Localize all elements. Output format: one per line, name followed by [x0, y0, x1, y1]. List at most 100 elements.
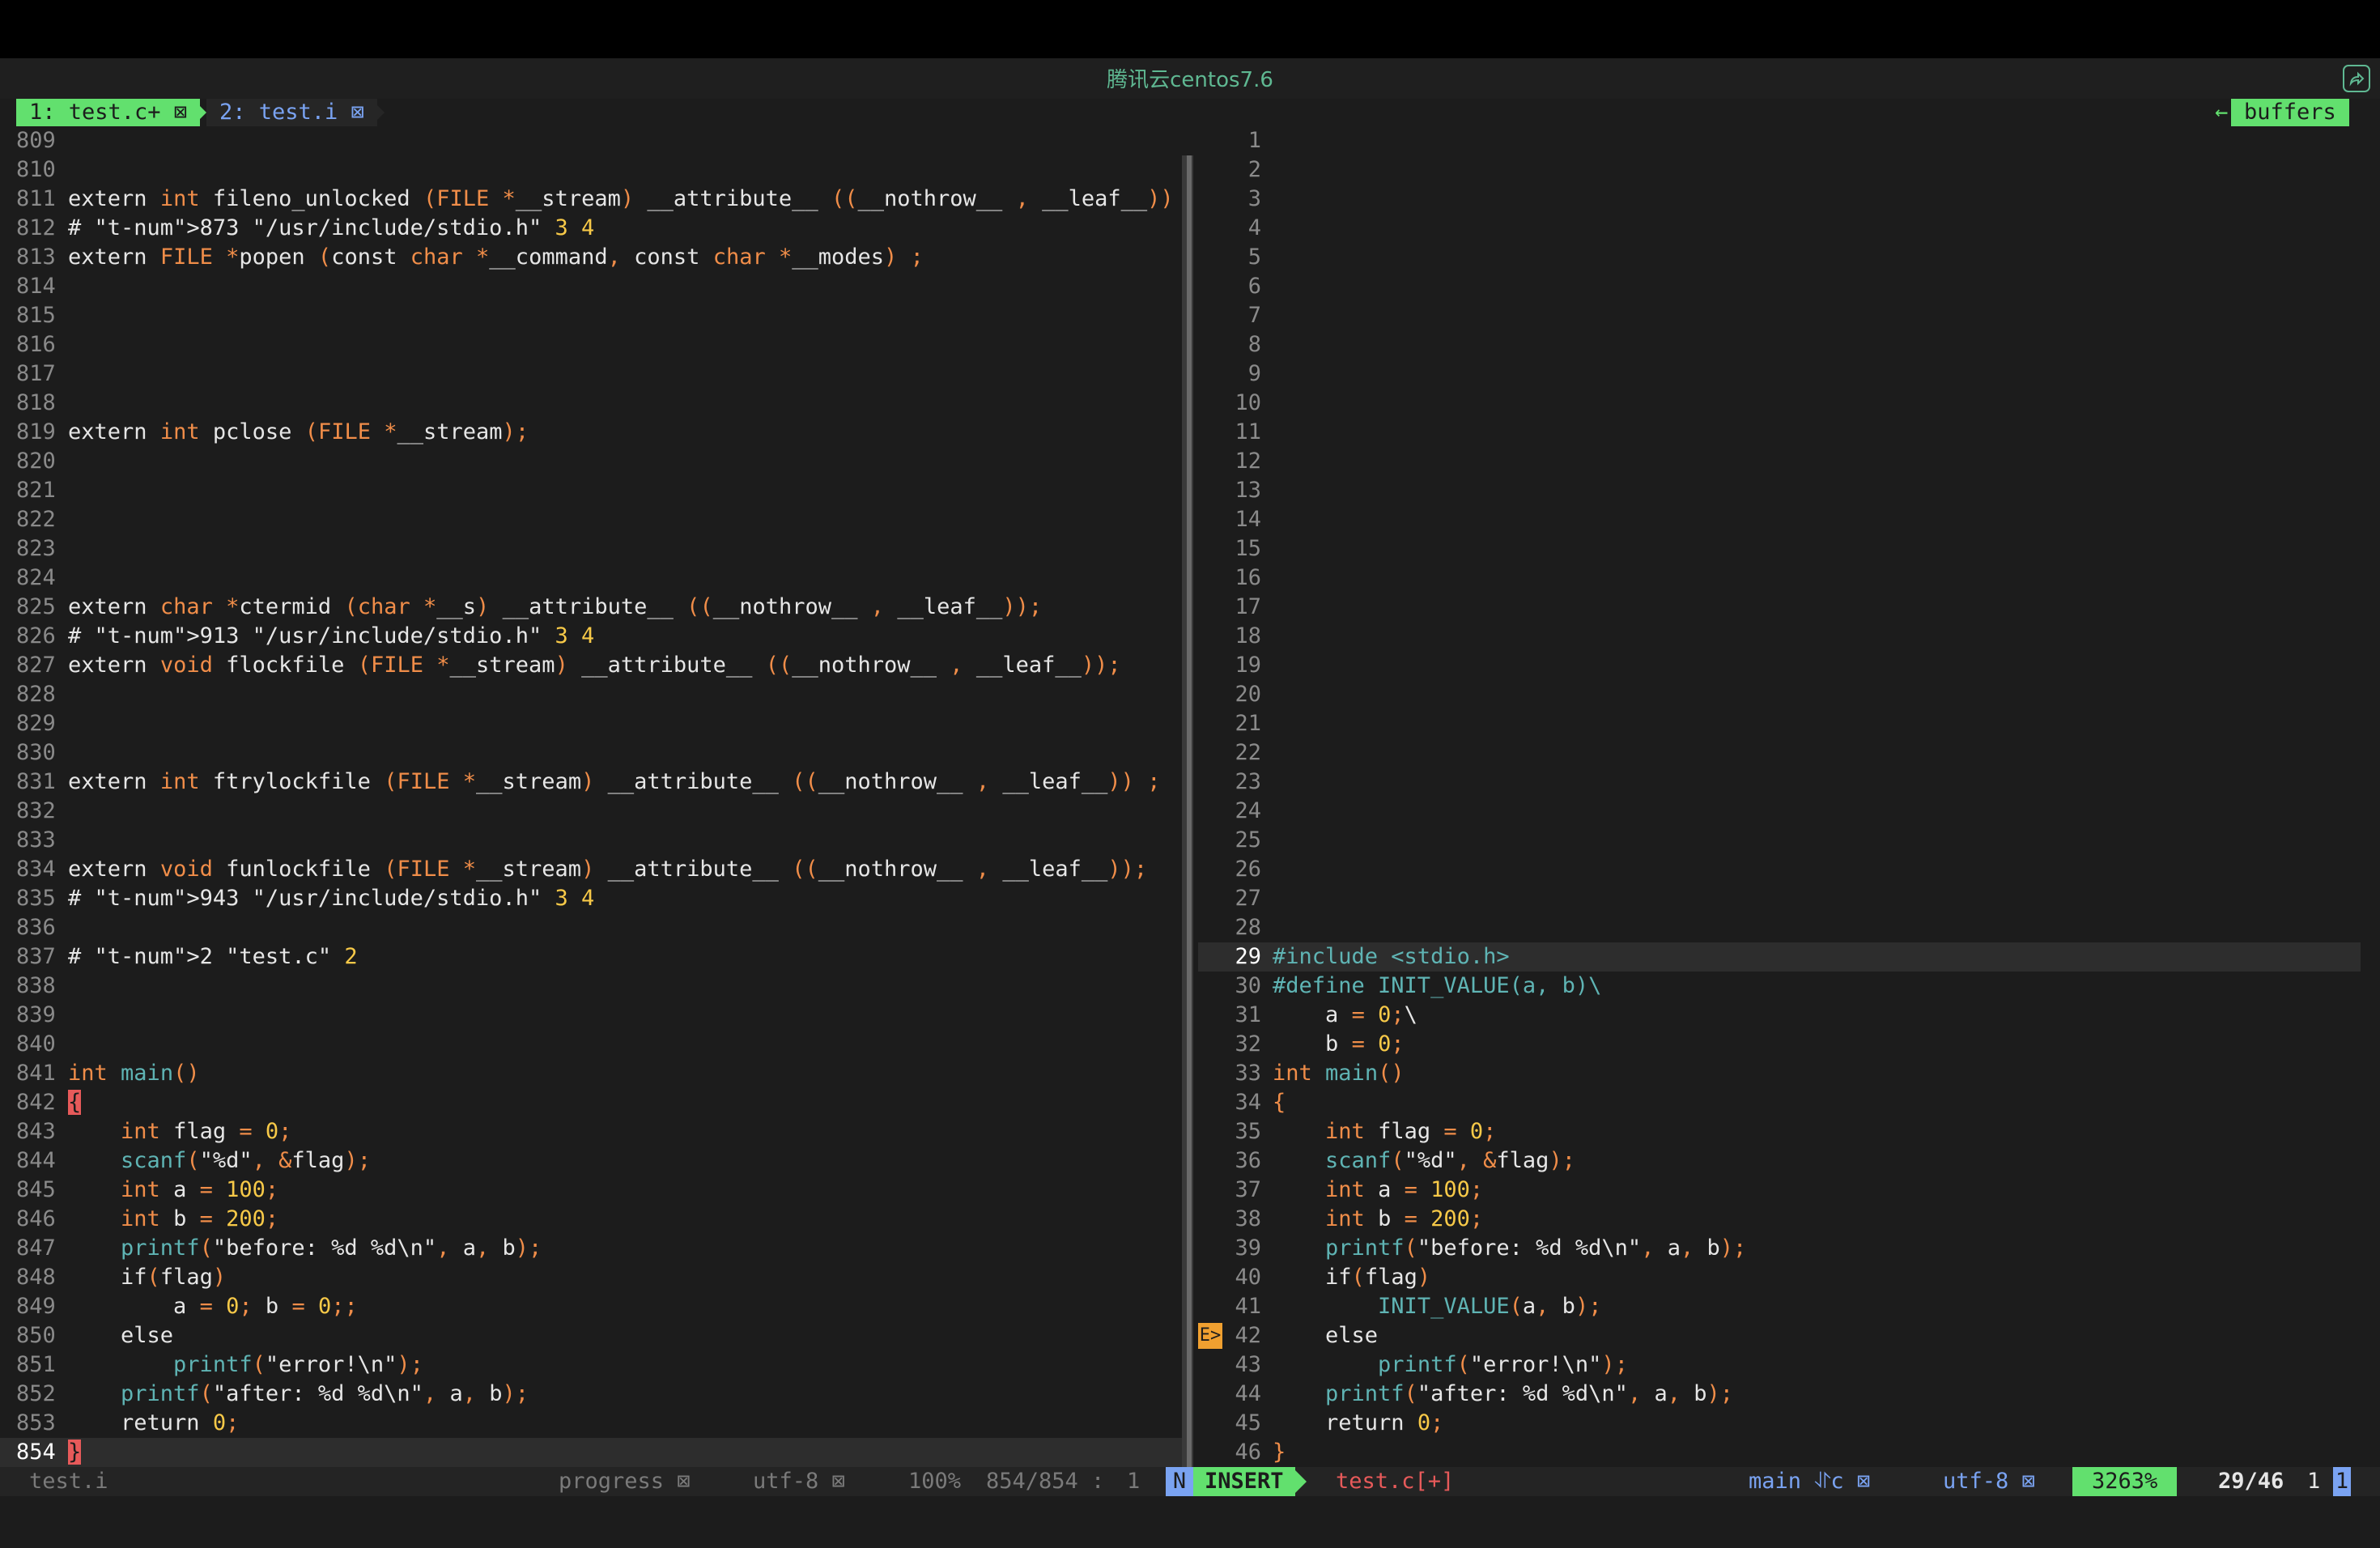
code-line[interactable]: 16 [1198, 563, 2361, 593]
code-line[interactable]: 811 extern int fileno_unlocked (FILE *__s… [0, 185, 1182, 214]
command-line[interactable] [0, 1496, 2380, 1548]
code-line[interactable]: 833 [0, 826, 1182, 855]
code-line[interactable]: 817 [0, 359, 1182, 389]
code-line[interactable]: 839 [0, 1001, 1182, 1030]
error-sign-icon[interactable]: E> [1198, 1323, 1222, 1349]
code-line[interactable]: 844 scanf("%d", &flag); [0, 1146, 1182, 1176]
left-editor-pane[interactable]: 809 810 811 extern int fileno_unlocked (FIL… [0, 126, 1182, 1467]
code-line[interactable]: 853 return 0; [0, 1409, 1182, 1438]
code-line[interactable]: 846 int b = 200; [0, 1205, 1182, 1234]
code-line[interactable]: 813 extern FILE *popen (const char *__com… [0, 243, 1182, 272]
code-line[interactable]: 834 extern void funlockfile (FILE *__stre… [0, 855, 1182, 884]
code-line[interactable]: 26 [1198, 855, 2361, 884]
code-line[interactable]: 845 int a = 100; [0, 1176, 1182, 1205]
code-line[interactable]: 24 [1198, 797, 2361, 826]
share-button[interactable] [2343, 65, 2370, 92]
code-line[interactable]: 848 if(flag) [0, 1263, 1182, 1292]
code-line[interactable]: 826 # "t-num">913 "/usr/include/stdio.h" … [0, 622, 1182, 651]
code-line[interactable]: 5 [1198, 243, 2361, 272]
code-line[interactable]: 20 [1198, 680, 2361, 709]
code-line[interactable]: 822 [0, 505, 1182, 534]
code-line[interactable]: 23 [1198, 768, 2361, 797]
code-line[interactable]: 18 [1198, 622, 2361, 651]
code-line[interactable]: 841 int main() [0, 1059, 1182, 1088]
code-line[interactable]: 818 [0, 389, 1182, 418]
code-line[interactable]: 4 [1198, 214, 2361, 243]
code-line[interactable]: 13 [1198, 476, 2361, 505]
code-line[interactable]: 46} [1198, 1438, 2361, 1467]
code-line[interactable]: 842 { [0, 1088, 1182, 1117]
buffer-tab-2[interactable]: 2: test.i ⊠ [206, 99, 377, 126]
code-line[interactable]: 10 [1198, 389, 2361, 418]
code-line[interactable]: 831 extern int ftrylockfile (FILE *__stre… [0, 768, 1182, 797]
code-line[interactable]: 31 a = 0;\ [1198, 1001, 2361, 1030]
code-line[interactable]: 827 extern void flockfile (FILE *__stream… [0, 651, 1182, 680]
code-line[interactable]: 12 [1198, 447, 2361, 476]
code-line[interactable]: 39 printf("before: %d %d\n", a, b); [1198, 1234, 2361, 1263]
code-line[interactable]: 45 return 0; [1198, 1409, 2361, 1438]
code-line[interactable]: 33 int main() [1198, 1059, 2361, 1088]
code-line[interactable]: 832 [0, 797, 1182, 826]
code-line[interactable]: 840 [0, 1030, 1182, 1059]
buffer-tab-1[interactable]: 1: test.c+ ⊠ [16, 99, 201, 126]
code-line[interactable]: 821 [0, 476, 1182, 505]
code-line[interactable]: 835 # "t-num">943 "/usr/include/stdio.h" … [0, 884, 1182, 913]
code-line[interactable]: 42 else E> [1198, 1321, 2361, 1350]
code-line[interactable]: 819 extern int pclose (FILE *__stream); [0, 418, 1182, 447]
code-line[interactable]: 15 [1198, 534, 2361, 563]
code-line[interactable]: 27 [1198, 884, 2361, 913]
code-line[interactable]: 36 scanf("%d", &flag); [1198, 1146, 2361, 1176]
code-line[interactable]: 19 [1198, 651, 2361, 680]
code-line[interactable]: 40 if(flag) [1198, 1263, 2361, 1292]
code-line[interactable]: 824 [0, 563, 1182, 593]
code-line[interactable]: 823 [0, 534, 1182, 563]
code-line[interactable]: 828 [0, 680, 1182, 709]
right-editor-pane[interactable]: 1 2 3 4 5 6 7 8 9 10 11 12 13 14 15 16 17 18 19 20 21 22 23 24 2… [1198, 126, 2361, 1467]
code-line[interactable]: 7 [1198, 301, 2361, 330]
code-line[interactable]: 812 # "t-num">873 "/usr/include/stdio.h" … [0, 214, 1182, 243]
code-line[interactable]: 44 printf("after: %d %d\n", a, b); [1198, 1380, 2361, 1409]
code-line[interactable]: 852 printf("after: %d %d\n", a, b); [0, 1380, 1182, 1409]
code-line[interactable]: 816 [0, 330, 1182, 359]
code-line[interactable]: 38 int b = 200; [1198, 1205, 2361, 1234]
code-line[interactable]: 825 extern char *ctermid (char *__s) __at… [0, 593, 1182, 622]
code-line[interactable]: 11 [1198, 418, 2361, 447]
code-line[interactable]: 809 [0, 126, 1182, 155]
code-line[interactable]: 836 [0, 913, 1182, 942]
code-line[interactable]: 2 [1198, 155, 2361, 185]
code-line[interactable]: 820 [0, 447, 1182, 476]
code-line[interactable]: 21 [1198, 709, 2361, 738]
code-line[interactable]: 9 [1198, 359, 2361, 389]
code-line[interactable]: 14 [1198, 505, 2361, 534]
code-line[interactable]: 43 printf("error!\n"); [1198, 1350, 2361, 1380]
code-line[interactable]: 28 [1198, 913, 2361, 942]
code-line[interactable]: 815 [0, 301, 1182, 330]
code-line[interactable]: 847 printf("before: %d %d\n", a, b); [0, 1234, 1182, 1263]
code-line[interactable]: 850 else [0, 1321, 1182, 1350]
code-line[interactable]: 6 [1198, 272, 2361, 301]
code-line[interactable]: 854} [0, 1438, 1182, 1467]
code-line[interactable]: 37 int a = 100; [1198, 1176, 2361, 1205]
code-line[interactable]: 851 printf("error!\n"); [0, 1350, 1182, 1380]
code-line[interactable]: 849 a = 0; b = 0;; [0, 1292, 1182, 1321]
code-line[interactable]: 810 [0, 155, 1182, 185]
code-line[interactable]: 829 [0, 709, 1182, 738]
code-line[interactable]: 843 int flag = 0; [0, 1117, 1182, 1146]
scrollbar-thumb[interactable] [1187, 155, 1192, 1467]
code-line[interactable]: 838 [0, 972, 1182, 1001]
code-line[interactable]: 22 [1198, 738, 2361, 768]
code-line[interactable]: 32 b = 0; [1198, 1030, 2361, 1059]
code-line[interactable]: 17 [1198, 593, 2361, 622]
code-line[interactable]: 29 #include <stdio.h> [1198, 942, 2361, 972]
code-line[interactable]: 34 { [1198, 1088, 2361, 1117]
code-line[interactable]: 3 [1198, 185, 2361, 214]
code-line[interactable]: 35 int flag = 0; [1198, 1117, 2361, 1146]
code-line[interactable]: 30 #define INIT_VALUE(a, b)\ [1198, 972, 2361, 1001]
code-line[interactable]: 25 [1198, 826, 2361, 855]
code-line[interactable]: 814 [0, 272, 1182, 301]
code-line[interactable]: 830 [0, 738, 1182, 768]
code-line[interactable]: 8 [1198, 330, 2361, 359]
code-line[interactable]: 1 [1198, 126, 2361, 155]
code-line[interactable]: 41 INIT_VALUE(a, b); [1198, 1292, 2361, 1321]
code-line[interactable]: 837 # "t-num">2 "test.c" 2 [0, 942, 1182, 972]
